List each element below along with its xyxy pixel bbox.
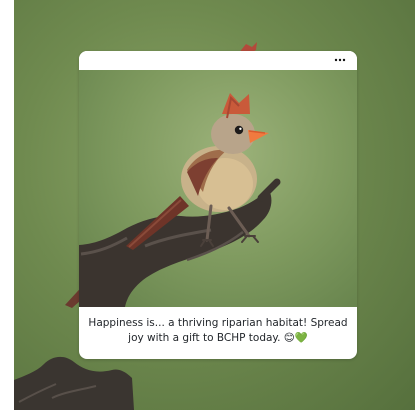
post-bird-photo[interactable] [79,70,357,307]
cardinal-photo-illustration [79,93,281,307]
post-canvas: Happiness is... a thriving riparian habi… [0,0,415,410]
more-options-button[interactable] [333,54,347,66]
post-caption: Happiness is... a thriving riparian habi… [88,317,348,344]
more-horizontal-icon [334,58,346,62]
post-header [79,51,357,70]
social-post-card[interactable]: Happiness is... a thriving riparian habi… [79,51,357,359]
